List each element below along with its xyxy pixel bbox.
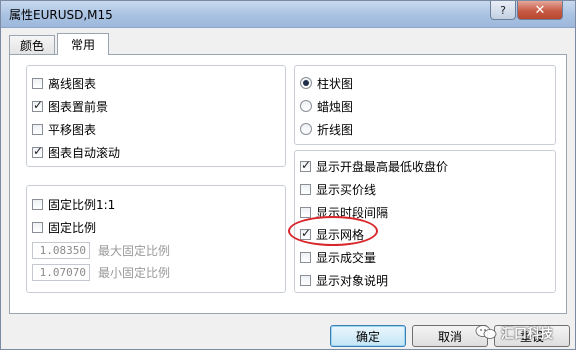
chart-shift-checkbox[interactable] xyxy=(32,123,43,135)
min-scale-row: 1.07070 最小固定比例 xyxy=(32,262,170,282)
show-period-separators-checkbox[interactable] xyxy=(300,206,311,218)
offline-chart-checkbox[interactable] xyxy=(32,77,43,89)
show-ohlc-option[interactable]: 显示开盘最高最低收盘价 xyxy=(300,156,448,176)
show-period-separators-option[interactable]: 显示时段间隔 xyxy=(300,202,388,222)
line-chart-label: 折线图 xyxy=(317,122,354,137)
bar-chart-label: 柱状图 xyxy=(317,76,354,91)
show-bid-line-checkbox[interactable] xyxy=(300,183,311,195)
title-bar: 属性EURUSD,M15 ? ✕ xyxy=(1,1,575,28)
chart-autoscroll-checkbox[interactable] xyxy=(32,144,43,158)
max-scale-input[interactable]: 1.08350 xyxy=(32,241,90,259)
show-bid-line-option[interactable]: 显示买价线 xyxy=(300,179,376,199)
chart-foreground-checkbox[interactable] xyxy=(32,98,43,112)
fixed-scale-1to1-option[interactable]: 固定比例1:1 xyxy=(32,194,115,214)
line-chart-option[interactable]: 折线图 xyxy=(300,119,353,139)
show-ohlc-checkbox[interactable] xyxy=(300,158,311,172)
bar-chart-radio[interactable] xyxy=(300,77,312,89)
show-bid-line-label: 显示买价线 xyxy=(316,182,377,197)
min-scale-input[interactable]: 1.07070 xyxy=(32,263,90,281)
show-period-separators-label: 显示时段间隔 xyxy=(316,205,389,220)
close-button[interactable]: ✕ xyxy=(517,1,563,20)
min-scale-label: 最小固定比例 xyxy=(98,265,171,280)
offline-chart-label: 离线图表 xyxy=(48,76,97,91)
fixed-scale-checkbox[interactable] xyxy=(32,221,43,233)
help-button[interactable]: ? xyxy=(490,1,516,20)
window-title: 属性EURUSD,M15 xyxy=(9,8,113,22)
tab-panel-common: 离线图表 图表置前景 平移图表 图表自动滚动 固定比例1:1 固定比例 1.08… xyxy=(9,54,567,314)
ok-button[interactable]: 确定 xyxy=(330,325,406,347)
show-volume-option[interactable]: 显示成交量 xyxy=(300,247,376,267)
chart-foreground-option[interactable]: 图表置前景 xyxy=(32,96,108,116)
candlestick-option[interactable]: 蜡烛图 xyxy=(300,96,353,116)
candlestick-radio[interactable] xyxy=(300,100,312,112)
show-ohlc-label: 显示开盘最高最低收盘价 xyxy=(316,159,449,174)
chart-shift-option[interactable]: 平移图表 xyxy=(32,119,96,139)
show-volume-label: 显示成交量 xyxy=(316,250,377,265)
chart-autoscroll-label: 图表自动滚动 xyxy=(48,145,121,160)
line-chart-radio[interactable] xyxy=(300,123,312,135)
max-scale-row: 1.08350 最大固定比例 xyxy=(32,240,170,260)
chart-foreground-label: 图表置前景 xyxy=(48,99,109,114)
show-grid-label: 显示网格 xyxy=(316,227,365,242)
fixed-scale-option[interactable]: 固定比例 xyxy=(32,217,96,237)
bar-chart-option[interactable]: 柱状图 xyxy=(300,73,353,93)
fixed-scale-1to1-label: 固定比例1:1 xyxy=(48,197,116,212)
reset-button[interactable]: 重设 xyxy=(494,325,570,347)
tab-colors[interactable]: 颜色 xyxy=(9,35,55,54)
show-grid-option[interactable]: 显示网格 xyxy=(300,224,364,244)
properties-dialog: 属性EURUSD,M15 ? ✕ 颜色 常用 离线图表 图表置前景 平移图表 图… xyxy=(0,0,576,350)
fixed-scale-1to1-checkbox[interactable] xyxy=(32,198,43,210)
show-object-descriptions-checkbox[interactable] xyxy=(300,274,311,286)
show-object-descriptions-label: 显示对象说明 xyxy=(316,273,389,288)
show-object-descriptions-option[interactable]: 显示对象说明 xyxy=(300,270,388,290)
show-volume-checkbox[interactable] xyxy=(300,251,311,263)
fixed-scale-label: 固定比例 xyxy=(48,220,97,235)
max-scale-label: 最大固定比例 xyxy=(98,243,171,258)
chart-shift-label: 平移图表 xyxy=(48,122,97,137)
offline-chart-option[interactable]: 离线图表 xyxy=(32,73,96,93)
tab-common[interactable]: 常用 xyxy=(57,33,109,55)
cancel-button[interactable]: 取消 xyxy=(412,325,488,347)
show-grid-checkbox[interactable] xyxy=(300,226,311,240)
chart-autoscroll-option[interactable]: 图表自动滚动 xyxy=(32,142,120,162)
candlestick-label: 蜡烛图 xyxy=(317,99,354,114)
